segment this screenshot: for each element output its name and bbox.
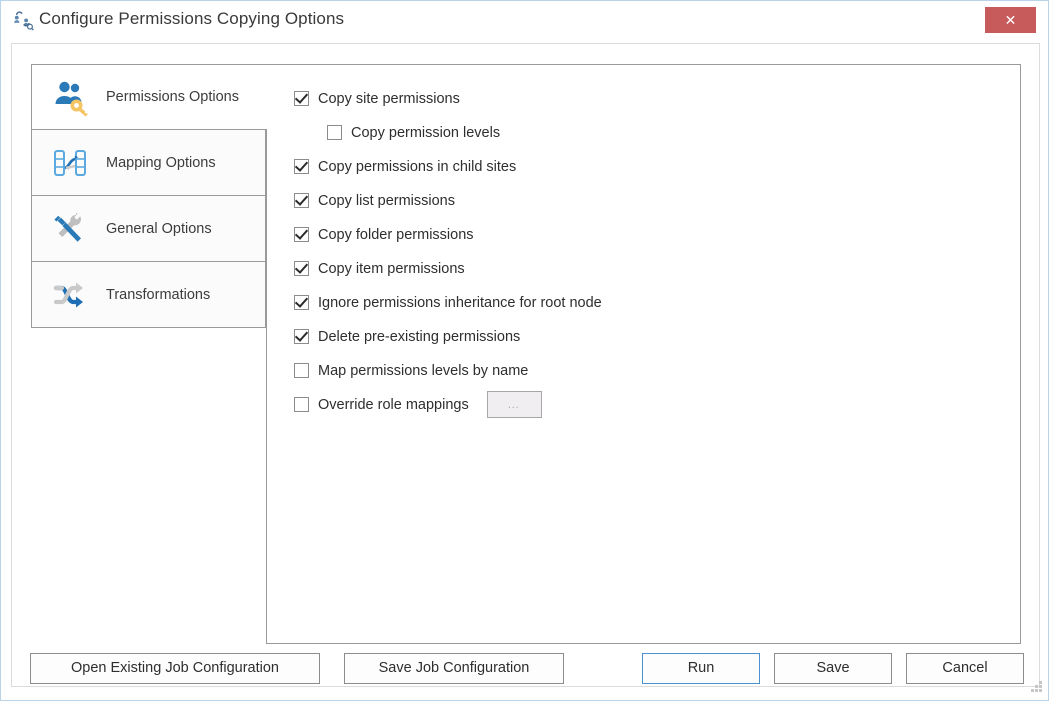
checkbox[interactable] bbox=[294, 227, 309, 242]
checkbox[interactable] bbox=[294, 363, 309, 378]
open-existing-job-configuration-button[interactable]: Open Existing Job Configuration bbox=[30, 653, 320, 684]
tab-label: Transformations bbox=[106, 287, 210, 303]
shuffle-arrows-icon bbox=[50, 275, 90, 315]
override-role-mappings-browse-button[interactable]: … bbox=[487, 391, 542, 418]
option-copy-permission-levels[interactable]: Copy permission levels bbox=[327, 121, 934, 144]
footer-button-bar: Open Existing Job Configuration Save Job… bbox=[12, 644, 1041, 688]
main-panel: Permissions Options Mapping Options bbox=[11, 43, 1040, 687]
option-label: Override role mappings bbox=[318, 396, 469, 414]
checkbox[interactable] bbox=[327, 125, 342, 140]
checkbox[interactable] bbox=[294, 329, 309, 344]
hammer-wrench-icon bbox=[50, 209, 90, 249]
run-button[interactable]: Run bbox=[642, 653, 760, 684]
permissions-sync-icon bbox=[12, 9, 34, 31]
option-copy-site-permissions[interactable]: Copy site permissions bbox=[294, 87, 934, 110]
checkbox[interactable] bbox=[294, 295, 309, 310]
checkbox[interactable] bbox=[294, 397, 309, 412]
option-delete-pre-existing-permissions[interactable]: Delete pre-existing permissions bbox=[294, 325, 934, 348]
mapping-icon bbox=[50, 143, 90, 183]
option-label: Delete pre-existing permissions bbox=[318, 328, 520, 346]
tab-label: General Options bbox=[106, 221, 212, 237]
close-icon: ✕ bbox=[1005, 13, 1017, 27]
option-label: Copy list permissions bbox=[318, 192, 455, 210]
option-label: Copy permissions in child sites bbox=[318, 158, 516, 176]
checkbox[interactable] bbox=[294, 193, 309, 208]
option-map-permissions-levels-by-name[interactable]: Map permissions levels by name bbox=[294, 359, 934, 382]
close-button[interactable]: ✕ bbox=[985, 7, 1036, 33]
tab-general-options[interactable]: General Options bbox=[31, 196, 266, 262]
option-copy-item-permissions[interactable]: Copy item permissions bbox=[294, 257, 934, 280]
option-label: Map permissions levels by name bbox=[318, 362, 528, 380]
users-key-icon bbox=[50, 77, 90, 117]
save-job-configuration-button[interactable]: Save Job Configuration bbox=[344, 653, 564, 684]
checkbox[interactable] bbox=[294, 91, 309, 106]
dialog-window: Configure Permissions Copying Options ✕ bbox=[0, 0, 1049, 701]
option-label: Copy folder permissions bbox=[318, 226, 474, 244]
option-label: Copy site permissions bbox=[318, 90, 460, 108]
tab-strip: Permissions Options Mapping Options bbox=[31, 64, 266, 329]
checkbox[interactable] bbox=[294, 261, 309, 276]
option-copy-folder-permissions[interactable]: Copy folder permissions bbox=[294, 223, 934, 246]
tab-label: Mapping Options bbox=[106, 155, 216, 171]
option-label: Copy permission levels bbox=[351, 124, 500, 142]
tab-mapping-options[interactable]: Mapping Options bbox=[31, 130, 266, 196]
checkbox[interactable] bbox=[294, 159, 309, 174]
options-checkbox-list: Copy site permissions Copy permission le… bbox=[294, 87, 934, 427]
option-copy-permissions-in-child-sites[interactable]: Copy permissions in child sites bbox=[294, 155, 934, 178]
option-ignore-permissions-inheritance-for-root-node[interactable]: Ignore permissions inheritance for root … bbox=[294, 291, 934, 314]
option-label: Copy item permissions bbox=[318, 260, 465, 278]
tab-permissions-options[interactable]: Permissions Options bbox=[31, 64, 267, 130]
tab-transformations[interactable]: Transformations bbox=[31, 262, 266, 328]
save-button[interactable]: Save bbox=[774, 653, 892, 684]
cancel-button[interactable]: Cancel bbox=[906, 653, 1024, 684]
option-label: Ignore permissions inheritance for root … bbox=[318, 294, 602, 312]
window-title: Configure Permissions Copying Options bbox=[39, 7, 344, 31]
title-bar: Configure Permissions Copying Options ✕ bbox=[1, 1, 1049, 39]
resize-grip[interactable] bbox=[1030, 681, 1044, 695]
option-copy-list-permissions[interactable]: Copy list permissions bbox=[294, 189, 934, 212]
option-override-role-mappings[interactable]: Override role mappings … bbox=[294, 393, 934, 416]
permissions-options-panel: Copy site permissions Copy permission le… bbox=[266, 64, 1021, 644]
tab-label: Permissions Options bbox=[106, 89, 239, 105]
